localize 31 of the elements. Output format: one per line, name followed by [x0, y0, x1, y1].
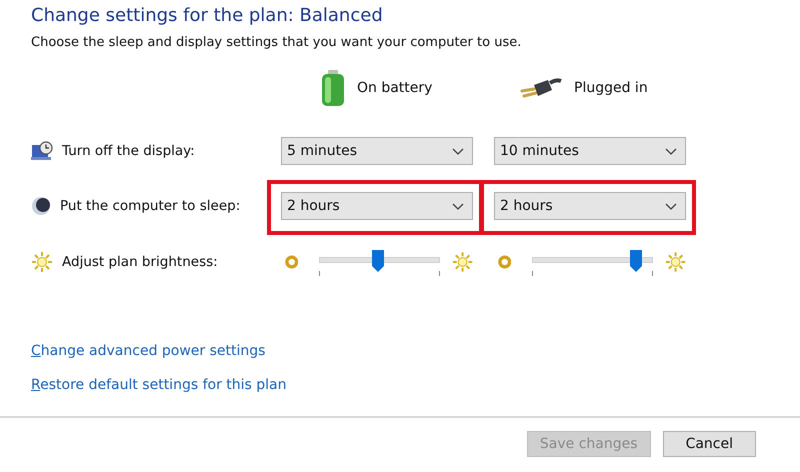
chevron-down-icon — [665, 202, 677, 210]
sun-icon — [452, 251, 474, 273]
chevron-down-icon — [452, 148, 464, 154]
setting-label: Adjust plan brightness: — [62, 254, 218, 270]
monitor-clock-icon — [31, 141, 53, 161]
dropdown[interactable]: 5 minutes — [281, 137, 473, 165]
chevron-down-icon — [452, 202, 464, 210]
battery-icon — [321, 69, 345, 107]
chevron-down-icon — [665, 148, 677, 154]
cancel-button[interactable]: Cancel — [662, 431, 756, 457]
sun-icon — [31, 251, 53, 273]
page-title: Change settings for the plan: Balanced — [31, 4, 384, 28]
column-heading: Plugged in — [574, 80, 648, 96]
setting-label: Put the computer to sleep: — [60, 198, 240, 214]
dropdown[interactable]: 10 minutes — [494, 137, 686, 165]
setting-label: Turn off the display: — [62, 143, 195, 159]
dropdown[interactable]: 2 hours — [281, 192, 473, 220]
column-heading: On battery — [357, 80, 432, 96]
power-plug-icon — [520, 77, 562, 99]
link[interactable]: Change advanced power settings — [31, 343, 266, 359]
slider-thumb[interactable] — [372, 250, 384, 272]
dim-brightness-icon — [498, 255, 512, 269]
slider-thumb[interactable] — [630, 250, 642, 272]
brightness-slider[interactable] — [319, 247, 440, 277]
dim-brightness-icon — [285, 255, 298, 269]
brightness-slider[interactable] — [532, 247, 653, 277]
dropdown[interactable]: 2 hours — [494, 192, 686, 220]
page-description: Choose the sleep and display settings that you want your computer to use. — [31, 35, 522, 50]
moon-icon — [31, 196, 51, 216]
link[interactable]: Restore default settings for this plan — [31, 377, 286, 393]
sun-icon — [664, 251, 686, 273]
